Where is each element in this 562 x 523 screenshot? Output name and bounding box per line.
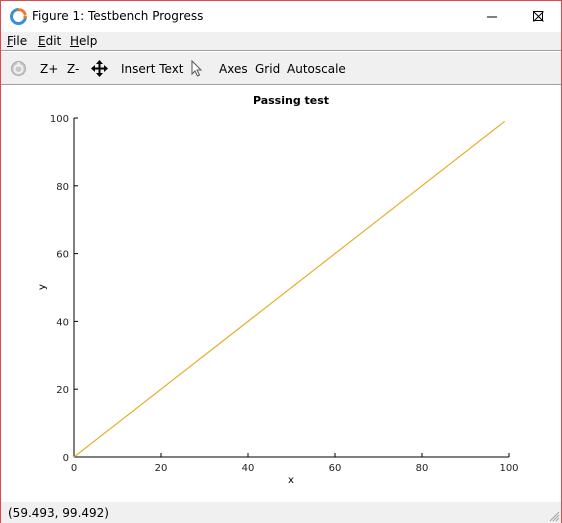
cursor-coordinates: (59.493, 99.492) xyxy=(8,506,109,520)
x-tick-label: 40 xyxy=(242,463,255,474)
y-tick-label: 40 xyxy=(56,317,69,328)
y-tick-label: 0 xyxy=(63,453,69,464)
menu-bar: File Edit Help xyxy=(1,32,561,51)
x-tick-label: 80 xyxy=(416,463,429,474)
menu-edit[interactable]: Edit xyxy=(38,34,61,48)
x-tick-label: 60 xyxy=(329,463,342,474)
title-bar[interactable]: Figure 1: Testbench Progress xyxy=(1,1,561,32)
line-series-2 xyxy=(73,120,505,458)
y-tick-label: 100 xyxy=(50,114,69,125)
minimize-button[interactable] xyxy=(469,1,515,32)
x-axis-label: x xyxy=(288,475,294,486)
pointer-icon[interactable] xyxy=(191,60,203,77)
status-bar: (59.493, 99.492) xyxy=(1,502,561,523)
menu-edit-label: dit xyxy=(45,34,62,48)
figure-toolbar: Z+ Z- Insert Text Axes Grid Autoscale xyxy=(1,52,561,85)
chart[interactable]: Passing test 0 20 40 60 80 100020406080100 x … xyxy=(1,86,561,502)
zoom-out-button[interactable]: Z- xyxy=(67,62,79,76)
pan-icon[interactable] xyxy=(91,60,108,77)
plot-area[interactable]: Passing test 0 20 40 60 80 100 0 20 40 60 80 100 x … xyxy=(1,86,561,502)
menu-help-mnemonic: H xyxy=(70,34,80,48)
close-icon xyxy=(532,11,544,22)
minimize-icon xyxy=(486,16,497,18)
menu-edit-mnemonic: E xyxy=(38,34,46,48)
axes-button[interactable]: Axes xyxy=(219,62,248,76)
zoom-in-button[interactable]: Z+ xyxy=(40,62,58,76)
resize-grip-icon[interactable] xyxy=(548,510,560,522)
figure-window: Figure 1: Testbench Progress File Edit H… xyxy=(0,0,562,523)
y-tick-label: 20 xyxy=(56,385,69,396)
x-tick-label: 0 xyxy=(71,463,77,474)
series-group xyxy=(73,120,505,458)
menu-file-label: ile xyxy=(13,34,28,48)
menu-file[interactable]: File xyxy=(7,34,27,48)
y-tick-label: 60 xyxy=(56,250,69,261)
insert-text-button[interactable]: Insert Text xyxy=(121,62,184,76)
octave-app-icon xyxy=(10,8,27,25)
y-axis-label: y xyxy=(37,284,48,290)
y-tick-label: 80 xyxy=(56,182,69,193)
axes: 0 20 40 60 80 100 0 20 40 60 80 100 xyxy=(50,114,519,474)
rotate-icon[interactable] xyxy=(10,60,27,77)
close-button[interactable] xyxy=(515,1,561,32)
x-tick-label: 20 xyxy=(155,463,168,474)
window-title: Figure 1: Testbench Progress xyxy=(32,9,204,23)
x-tick-label: 100 xyxy=(499,463,518,474)
grid-button[interactable]: Grid xyxy=(255,62,280,76)
menu-help[interactable]: Help xyxy=(70,34,97,48)
chart-title: Passing test xyxy=(253,94,329,107)
menu-help-label: elp xyxy=(79,34,98,48)
autoscale-button[interactable]: Autoscale xyxy=(287,62,346,76)
